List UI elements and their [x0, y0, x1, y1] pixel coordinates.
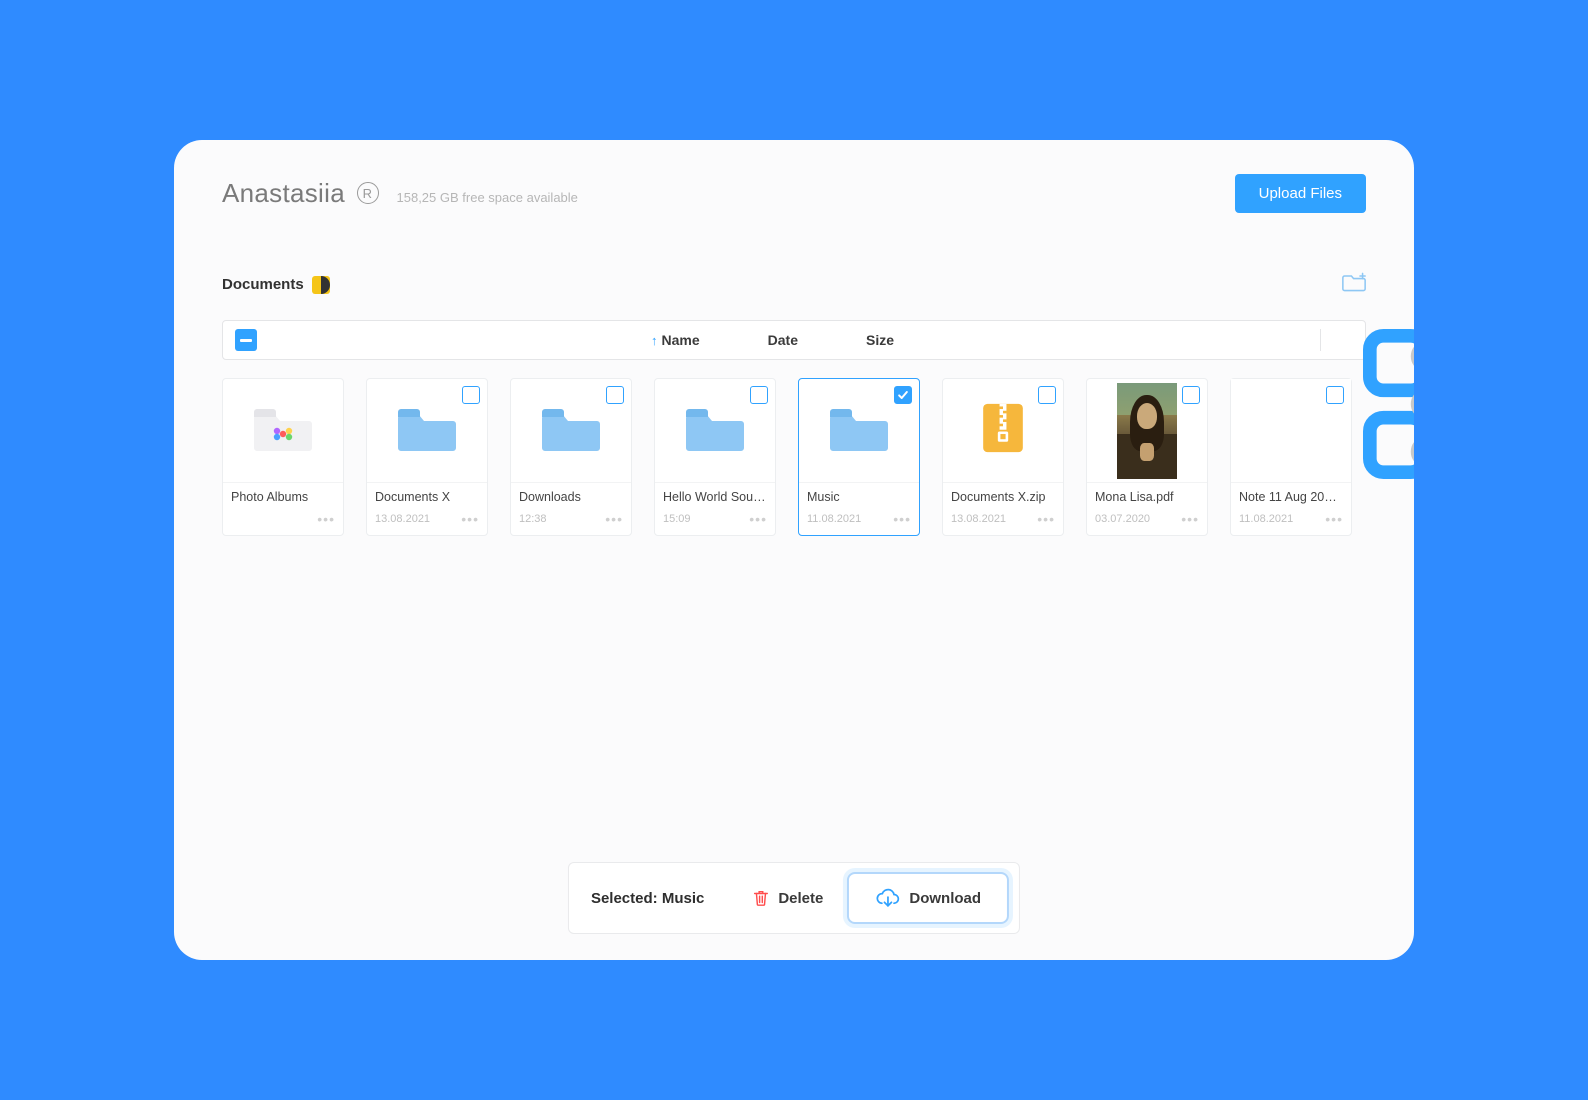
header: Anastasiia R 158,25 GB free space availa… [222, 174, 1366, 213]
device-name-text: Anastasiia [222, 178, 345, 208]
file-body: Documents X.zip 13.08.2021 ••• [943, 483, 1063, 535]
file-name: Hello World Sour… [663, 490, 767, 504]
file-body: Music 11.08.2021 ••• [799, 483, 919, 535]
file-preview [799, 379, 919, 483]
file-body: Documents X 13.08.2021 ••• [367, 483, 487, 535]
file-meta: 15:09 ••• [663, 511, 767, 527]
select-all-checkbox[interactable] [235, 329, 257, 351]
select-checkbox[interactable] [1038, 386, 1056, 404]
separator [1320, 329, 1321, 351]
select-checkbox[interactable] [1182, 386, 1200, 404]
new-folder-icon [1342, 271, 1366, 293]
trash-icon [752, 889, 770, 907]
file-tile[interactable]: Photo Albums ••• [222, 378, 344, 536]
file-name: Mona Lisa.pdf [1095, 490, 1199, 504]
file-meta: 13.08.2021 ••• [375, 511, 479, 527]
file-name: Note 11 Aug 202… [1239, 490, 1343, 504]
more-options-button[interactable]: ••• [1181, 511, 1199, 527]
file-grid: Photo Albums•••Documents X13.08.2021•••D… [222, 378, 1366, 536]
file-preview [655, 379, 775, 483]
file-date: 15:09 [663, 513, 691, 525]
list-view-button[interactable] [1331, 329, 1353, 351]
sort-by-name[interactable]: ↑Name [651, 332, 700, 348]
selection-action-bar: Selected: Music Delete Download [568, 862, 1020, 934]
device-name: Anastasiia R [222, 178, 379, 209]
more-options-button[interactable]: ••• [317, 511, 335, 527]
file-name: Documents X [375, 490, 479, 504]
file-preview [1087, 379, 1207, 483]
file-preview [1231, 379, 1351, 483]
file-tile[interactable]: Documents X.zip 13.08.2021 ••• [942, 378, 1064, 536]
file-meta: 12:38 ••• [519, 511, 623, 527]
selection-label: Selected: Music [591, 890, 704, 907]
file-body: Hello World Sour… 15:09 ••• [655, 483, 775, 535]
cloud-download-icon [875, 887, 901, 909]
more-options-button[interactable]: ••• [1325, 511, 1343, 527]
file-name: Photo Albums [231, 490, 335, 504]
free-space-label: 158,25 GB free space available [397, 190, 578, 205]
more-options-button[interactable]: ••• [461, 511, 479, 527]
more-options-button[interactable]: ••• [749, 511, 767, 527]
more-options-button[interactable]: ••• [605, 511, 623, 527]
file-meta: 11.08.2021 ••• [807, 511, 911, 527]
download-button[interactable]: Download [847, 872, 1009, 924]
select-checkbox[interactable] [606, 386, 624, 404]
select-checkbox[interactable] [1326, 386, 1344, 404]
app-window: Anastasiia R 158,25 GB free space availa… [174, 140, 1414, 960]
file-meta: 13.08.2021 ••• [951, 511, 1055, 527]
file-date: 13.08.2021 [375, 513, 430, 525]
file-date: 13.08.2021 [951, 513, 1006, 525]
file-name: Music [807, 490, 911, 504]
breadcrumb[interactable]: Documents [222, 276, 330, 294]
header-left: Anastasiia R 158,25 GB free space availa… [222, 178, 578, 209]
file-tile[interactable]: Mona Lisa.pdf 03.07.2020 ••• [1086, 378, 1208, 536]
file-tile[interactable]: Music 11.08.2021 ••• [798, 378, 920, 536]
file-date: 11.08.2021 [807, 513, 861, 525]
file-body: Note 11 Aug 202… 11.08.2021 ••• [1231, 483, 1351, 535]
file-meta: 03.07.2020 ••• [1095, 511, 1199, 527]
select-checkbox[interactable] [750, 386, 768, 404]
select-checkbox[interactable] [462, 386, 480, 404]
view-switcher [1288, 329, 1353, 351]
sort-by-date[interactable]: Date [768, 332, 798, 348]
file-meta: ••• [231, 511, 335, 527]
delete-button[interactable]: Delete [744, 881, 831, 915]
file-body: Downloads 12:38 ••• [511, 483, 631, 535]
more-options-button[interactable]: ••• [893, 511, 911, 527]
file-tile[interactable]: Hello World Sour… 15:09 ••• [654, 378, 776, 536]
file-tile[interactable]: Downloads 12:38 ••• [510, 378, 632, 536]
file-body: Photo Albums ••• [223, 483, 343, 535]
new-folder-button[interactable] [1342, 271, 1366, 298]
sort-ascending-icon: ↑ [651, 333, 658, 348]
file-name: Downloads [519, 490, 623, 504]
file-preview [223, 379, 343, 483]
file-preview [511, 379, 631, 483]
breadcrumb-label: Documents [222, 276, 304, 293]
file-date: 03.07.2020 [1095, 513, 1150, 525]
file-name: Documents X.zip [951, 490, 1055, 504]
file-tile[interactable]: Note 11 Aug 202… 11.08.2021 ••• [1230, 378, 1352, 536]
upload-files-button[interactable]: Upload Files [1235, 174, 1366, 213]
file-preview [367, 379, 487, 483]
documents-logo-icon [312, 276, 330, 294]
select-checkbox[interactable] [894, 386, 912, 404]
file-meta: 11.08.2021 ••• [1239, 511, 1343, 527]
sort-by-size[interactable]: Size [866, 332, 894, 348]
file-preview [943, 379, 1063, 483]
grid-view-button[interactable] [1288, 329, 1310, 351]
file-body: Mona Lisa.pdf 03.07.2020 ••• [1087, 483, 1207, 535]
more-options-button[interactable]: ••• [1037, 511, 1055, 527]
file-date: 12:38 [519, 513, 547, 525]
file-tile[interactable]: Documents X 13.08.2021 ••• [366, 378, 488, 536]
breadcrumb-row: Documents [222, 271, 1366, 298]
file-date: 11.08.2021 [1239, 513, 1293, 525]
sort-bar: ↑Name Date Size [222, 320, 1366, 360]
registered-badge-icon: R [357, 182, 379, 204]
